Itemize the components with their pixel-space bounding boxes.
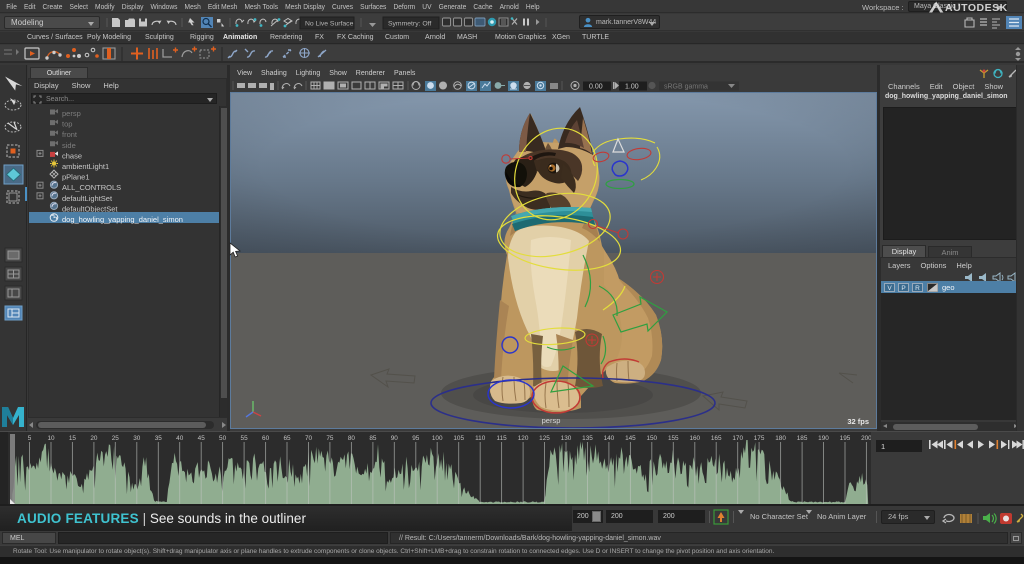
svg-text:15: 15 [69,435,77,442]
svg-text:No Live Surface: No Live Surface [305,21,354,28]
svg-text:0.00: 0.00 [589,84,603,91]
svg-text:1.00: 1.00 [625,84,639,91]
svg-text:defaultLightSet: defaultLightSet [62,194,113,203]
svg-text:125: 125 [539,435,550,442]
svg-text:45: 45 [198,435,206,442]
svg-text:Symmetry: Off: Symmetry: Off [388,21,431,28]
svg-text:20: 20 [90,435,98,442]
svg-text:160: 160 [689,435,700,442]
svg-text:10: 10 [47,435,55,442]
svg-text:140: 140 [604,435,615,442]
svg-text:105: 105 [453,435,464,442]
svg-text:pPlane1: pPlane1 [62,173,90,182]
svg-text:75: 75 [326,435,334,442]
svg-text:sRGB gamma: sRGB gamma [664,84,708,91]
svg-text:120: 120 [518,435,529,442]
svg-text:AUTODESK: AUTODESK [945,2,1008,14]
svg-text:80: 80 [348,435,356,442]
svg-text:32 fps: 32 fps [847,417,869,426]
svg-text:175: 175 [754,435,765,442]
svg-text:90: 90 [391,435,399,442]
svg-text:185: 185 [797,435,808,442]
svg-text:60: 60 [262,435,270,442]
svg-text:165: 165 [711,435,722,442]
svg-text:115: 115 [497,435,508,442]
svg-text:95: 95 [412,435,420,442]
svg-text:70: 70 [305,435,313,442]
svg-text:35: 35 [155,435,163,442]
svg-text:front: front [62,130,78,139]
svg-text:5: 5 [28,435,32,442]
svg-text:110: 110 [475,435,486,442]
svg-text:dog_howling_yapping_daniel_sim: dog_howling_yapping_daniel_simon [62,215,183,224]
svg-text:100: 100 [432,435,443,442]
svg-text:155: 155 [668,435,679,442]
svg-text:top: top [62,120,72,129]
svg-text:65: 65 [283,435,291,442]
svg-text:135: 135 [582,435,593,442]
svg-text:ambientLight1: ambientLight1 [62,162,109,171]
svg-text:195: 195 [840,435,851,442]
svg-text:persp: persp [542,416,561,425]
svg-text:side: side [62,141,76,150]
svg-text:130: 130 [561,435,572,442]
svg-text:150: 150 [646,435,657,442]
svg-text:persp: persp [62,109,81,118]
svg-text:ALL_CONTROLS: ALL_CONTROLS [62,183,121,192]
svg-text:25: 25 [112,435,120,442]
svg-text:145: 145 [625,435,636,442]
svg-text:chase: chase [62,151,82,160]
svg-text:30: 30 [133,435,141,442]
svg-text:200: 200 [861,435,872,442]
svg-text:85: 85 [369,435,377,442]
svg-text:55: 55 [241,435,249,442]
svg-text:180: 180 [775,435,786,442]
svg-text:50: 50 [219,435,227,442]
svg-text:190: 190 [818,435,829,442]
svg-text:170: 170 [732,435,743,442]
svg-text:40: 40 [176,435,184,442]
svg-text:1: 1 [881,442,885,451]
